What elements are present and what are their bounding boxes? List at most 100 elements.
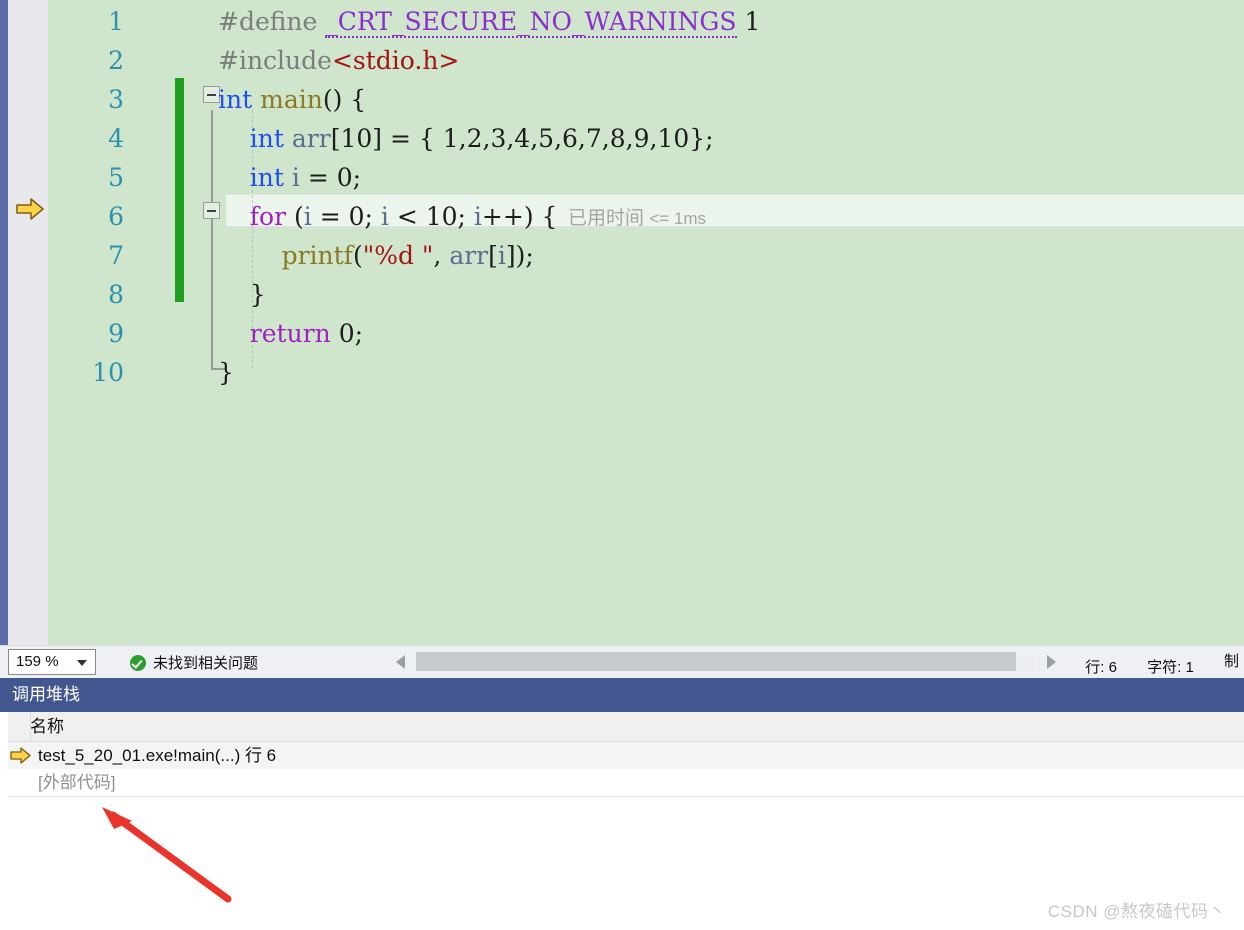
problems-status[interactable]: 未找到相关问题 xyxy=(130,652,258,674)
call-stack-external-label: [外部代码] xyxy=(38,773,116,792)
code-token: arr xyxy=(449,241,489,270)
code-token: = xyxy=(311,202,349,231)
column-header-name: 名称 xyxy=(30,717,64,736)
code-token: () { xyxy=(322,85,367,114)
code-token: ; xyxy=(457,202,474,231)
line-number-gutter: 1 2 3 4 5 6 7 8 9 10 xyxy=(48,0,138,645)
code-token: [ xyxy=(488,241,498,270)
code-token: ; xyxy=(352,163,362,192)
scrollbar-thumb[interactable] xyxy=(416,652,1016,671)
current-statement-arrow-icon xyxy=(15,196,45,222)
code-token: ]); xyxy=(505,241,534,270)
char-indicator: 字符: 1 xyxy=(1147,659,1194,676)
horizontal-scrollbar[interactable] xyxy=(396,650,1056,674)
csdn-watermark: CSDN @熬夜磕代码丶 xyxy=(1047,902,1226,921)
line-number: 8 xyxy=(108,280,124,309)
chevron-down-icon[interactable] xyxy=(77,660,87,666)
call-stack-frame-label: test_5_20_01.exe!main(...) 行 6 xyxy=(38,746,277,765)
insert-mode-indicator: 制 xyxy=(1224,653,1240,670)
code-token: "%d " xyxy=(362,241,434,270)
code-token: ( xyxy=(352,241,363,270)
code-token: , xyxy=(433,241,450,270)
code-token: 10 xyxy=(340,124,373,153)
code-line[interactable]: printf("%d ", arr[i]); xyxy=(138,236,1244,275)
breakpoint-glyph-margin[interactable] xyxy=(8,0,48,645)
line-number: 7 xyxy=(108,241,124,270)
code-line[interactable]: #define _CRT_SECURE_NO_WARNINGS 1 xyxy=(138,2,1244,41)
code-line[interactable]: int i = 0; xyxy=(138,158,1244,197)
line-number: 9 xyxy=(108,319,124,348)
code-token: #define xyxy=(218,7,326,36)
check-circle-icon xyxy=(130,655,146,671)
code-line[interactable]: } xyxy=(138,353,1244,392)
code-text[interactable]: #define _CRT_SECURE_NO_WARNINGS 1 #includ… xyxy=(138,0,1244,645)
code-token: 1 xyxy=(744,7,761,36)
scroll-right-arrow-icon[interactable] xyxy=(1047,655,1056,669)
call-stack-column-header[interactable]: 名称 xyxy=(8,712,1244,742)
call-stack-row-active[interactable]: test_5_20_01.exe!main(...) 行 6 xyxy=(8,742,1244,769)
scrollbar-track[interactable] xyxy=(416,652,1034,671)
editor-status-bar: 159 % 未找到相关问题 行: 6 字符: 1 制 xyxy=(0,645,1244,678)
line-number: 10 xyxy=(92,358,124,387)
code-token: return xyxy=(249,319,331,348)
call-stack-panel-title: 调用堆栈 xyxy=(0,678,1244,712)
current-frame-arrow-icon xyxy=(10,746,32,765)
elapsed-time-hint: 已用时间 <= 1ms xyxy=(557,208,706,229)
caret-position-status: 行: 6 字符: 1 制 xyxy=(1059,652,1244,678)
code-line[interactable]: int arr[10] = { 1,2,3,4,5,6,7,8,9,10}; xyxy=(138,119,1244,158)
code-token: i xyxy=(291,163,300,192)
annotation-arrow-icon xyxy=(80,795,260,905)
code-token: ++) { xyxy=(481,202,558,231)
line-number: 1 xyxy=(108,7,124,36)
code-token: ; xyxy=(364,202,381,231)
code-line[interactable]: return 0; xyxy=(138,314,1244,353)
line-number: 6 xyxy=(108,202,124,231)
code-token: 0 xyxy=(336,163,353,192)
vs-debugger-screenshot: 1 2 3 4 5 6 7 8 9 10 #define _CRT_SECURE_NO_WARNI… xyxy=(0,0,1244,930)
code-token: < xyxy=(388,202,426,231)
code-token: #include xyxy=(218,46,332,75)
code-token: 0 xyxy=(338,319,355,348)
code-editor[interactable]: 1 2 3 4 5 6 7 8 9 10 #define _CRT_SECURE_NO_WARNI… xyxy=(8,0,1244,645)
scroll-left-arrow-icon[interactable] xyxy=(396,655,405,669)
call-stack-row-external[interactable]: [外部代码] xyxy=(8,769,1244,796)
code-token: i xyxy=(380,202,389,231)
line-indicator: 行: 6 xyxy=(1085,659,1117,676)
code-line[interactable]: int main() { xyxy=(138,80,1244,119)
code-token: 10 xyxy=(425,202,458,231)
zoom-level-value: 159 % xyxy=(16,653,59,670)
code-token: i xyxy=(497,241,506,270)
code-line[interactable]: #include<stdio.h> xyxy=(138,41,1244,80)
elapsed-time-hint-label: 已用时间 xyxy=(557,208,650,229)
code-line[interactable]: for (i = 0; i < 10; i++) { 已用时间 <= 1ms xyxy=(138,197,1244,236)
code-token: ( xyxy=(286,202,304,231)
code-token: int xyxy=(249,124,284,153)
line-number: 5 xyxy=(108,163,124,192)
code-token: ; xyxy=(354,319,364,348)
code-line[interactable]: } xyxy=(138,275,1244,314)
code-token: main xyxy=(260,85,323,114)
code-token: 0 xyxy=(348,202,365,231)
zoom-level-combobox[interactable]: 159 % xyxy=(8,649,96,675)
code-token: 1,2,3,4,5,6,7,8,9,10 xyxy=(442,124,690,153)
code-token: ] = { xyxy=(372,124,443,153)
code-token: int xyxy=(249,163,284,192)
code-token: }; xyxy=(689,124,714,153)
code-token: <stdio.h> xyxy=(331,46,460,75)
code-token: _CRT_SECURE_NO_WARNINGS xyxy=(325,7,737,38)
line-number: 2 xyxy=(108,46,124,75)
code-token: } xyxy=(218,358,234,387)
code-token: int xyxy=(218,85,253,114)
line-number: 4 xyxy=(108,124,124,153)
code-token: = xyxy=(299,163,337,192)
problems-status-label: 未找到相关问题 xyxy=(153,655,259,672)
code-token: } xyxy=(218,280,266,309)
